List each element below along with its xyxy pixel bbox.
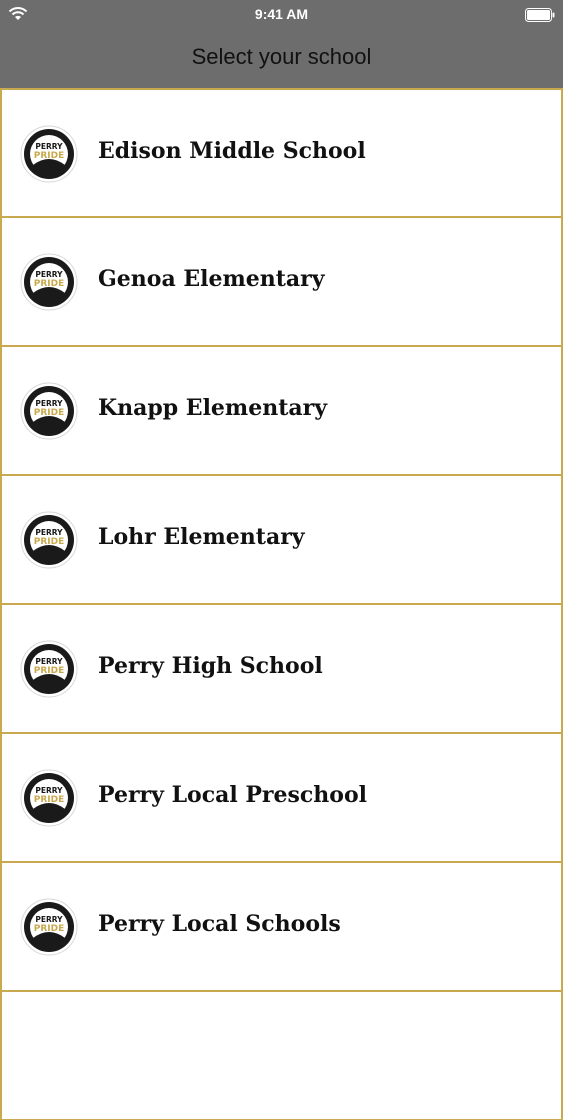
school-item-edison[interactable]: PERRY PRIDE Edison Middle School xyxy=(0,88,563,217)
school-item-local-schools[interactable]: PERRY PRIDE Perry Local Schools xyxy=(0,862,563,991)
svg-text:PRIDE: PRIDE xyxy=(34,924,65,934)
svg-text:PERRY: PERRY xyxy=(35,270,63,279)
perry-pride-logo: PERRY PRIDE xyxy=(20,511,78,569)
svg-text:PRIDE: PRIDE xyxy=(34,408,65,418)
svg-text:PRIDE: PRIDE xyxy=(34,151,65,161)
svg-text:PRIDE: PRIDE xyxy=(34,537,65,547)
svg-text:PRIDE: PRIDE xyxy=(34,666,65,676)
school-name: Lohr Elementary xyxy=(98,524,305,550)
perry-pride-logo: PERRY PRIDE xyxy=(20,640,78,698)
page-title: Select your school xyxy=(191,44,372,69)
school-item-lohr[interactable]: PERRY PRIDE Lohr Elementary xyxy=(0,475,563,604)
svg-text:PRIDE: PRIDE xyxy=(34,279,65,289)
perry-pride-logo: PERRY PRIDE xyxy=(20,382,78,440)
svg-text:PERRY: PERRY xyxy=(35,528,63,537)
school-name: Edison Middle School xyxy=(98,138,366,164)
perry-pride-logo: PERRY PRIDE xyxy=(20,769,78,827)
school-item-knapp[interactable]: PERRY PRIDE Knapp Elementary xyxy=(0,346,563,475)
school-name: Genoa Elementary xyxy=(98,266,325,292)
svg-text:PERRY: PERRY xyxy=(35,786,63,795)
school-name: Perry Local Schools xyxy=(98,911,341,937)
svg-text:PRIDE: PRIDE xyxy=(34,795,65,805)
school-item-preschool[interactable]: PERRY PRIDE Perry Local Preschool xyxy=(0,733,563,862)
svg-text:PERRY: PERRY xyxy=(35,657,63,666)
app-header: 9:41 AM Select your school xyxy=(0,0,563,88)
perry-pride-logo: PERRY PRIDE xyxy=(20,253,78,311)
school-item-partial[interactable] xyxy=(0,991,563,1120)
battery-icon xyxy=(525,8,555,22)
school-item-genoa[interactable]: PERRY PRIDE Genoa Elementary xyxy=(0,217,563,346)
status-time: 9:41 AM xyxy=(254,6,309,22)
school-name: Perry High School xyxy=(98,653,323,679)
perry-pride-logo: PERRY PRIDE xyxy=(20,125,78,183)
school-item-perry-high[interactable]: PERRY PRIDE Perry High School xyxy=(0,604,563,733)
school-name: Knapp Elementary xyxy=(98,395,327,421)
status-bar: 9:41 AM xyxy=(0,0,563,30)
school-list: PERRY PRIDE Edison Middle School PERRY P… xyxy=(0,88,563,1120)
svg-text:PERRY: PERRY xyxy=(35,142,63,151)
svg-text:PERRY: PERRY xyxy=(35,915,63,924)
school-name: Perry Local Preschool xyxy=(98,782,367,808)
svg-text:PERRY: PERRY xyxy=(35,399,63,408)
perry-pride-logo: PERRY PRIDE xyxy=(20,898,78,956)
